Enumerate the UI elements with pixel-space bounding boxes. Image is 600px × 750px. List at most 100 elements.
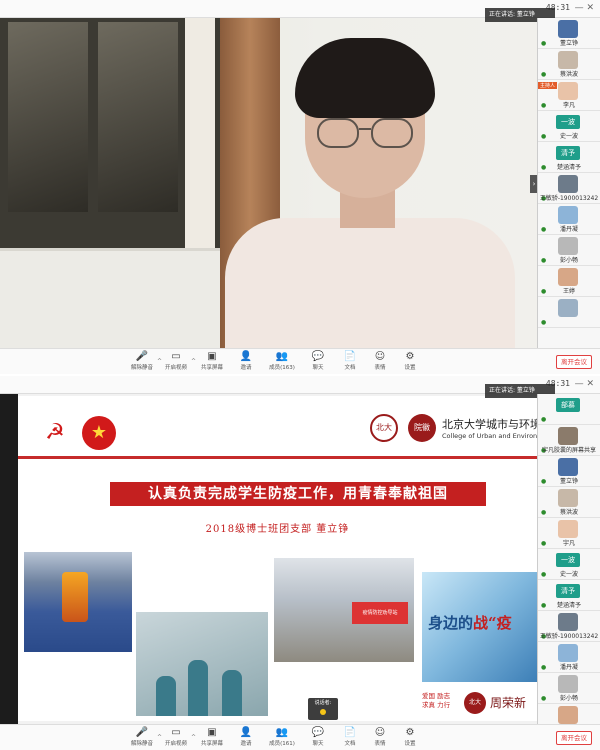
meeting-toolbar: 离开会议 🎤 解除静音 ^ ▭ 开启视频 ^ ▣ 共享屏幕 👤 邀请 👥 成员(163) 💬 聊天 📄 文档 ☺… <box>0 348 600 374</box>
participant-tile[interactable]: ● 彭小畅 <box>538 235 600 266</box>
members-label: 成员(163) <box>269 365 295 371</box>
chat-label: 聊天 <box>312 741 324 747</box>
university-motto: 爱国 励志 求真 力行 <box>422 692 451 709</box>
photo-medical-team <box>136 612 268 716</box>
settings-icon: ⚙ <box>405 727 415 738</box>
video-icon: ▭ <box>171 727 181 738</box>
participant-name: 王敏骄-1900013242 <box>539 633 599 640</box>
youth-league-emblem-icon: ★ <box>82 416 116 450</box>
invite-button[interactable]: 👤 邀请 <box>228 351 264 371</box>
participant-name: 潘丹凝 <box>559 226 578 233</box>
avatar <box>558 644 578 662</box>
avatar: 清予 <box>556 584 580 598</box>
members-button[interactable]: 👥 成员(161) <box>264 727 300 747</box>
avatar <box>558 520 578 538</box>
participant-name: 楚涵清予 <box>556 602 581 609</box>
participant-tile[interactable]: ● <box>538 297 600 328</box>
participant-tile[interactable]: ● 宇凡胶囊的屏幕共享 <box>538 425 600 456</box>
video-label: 开启视频 <box>164 365 187 371</box>
pku-seal-icon: 北大 <box>464 692 486 714</box>
avatar <box>558 237 578 255</box>
chat-icon: 💬 <box>311 727 325 738</box>
mute-button[interactable]: 🎤 解除静音 ^ <box>124 351 162 371</box>
avatar <box>558 175 578 193</box>
mute-button[interactable]: 🎤 解除静音 ^ <box>124 727 162 747</box>
participant-tile[interactable]: 部慕 ● <box>538 394 600 425</box>
share-button[interactable]: ▣ 共享屏幕 <box>194 727 230 747</box>
members-label: 成员(161) <box>269 741 295 747</box>
invite-icon: 👤 <box>239 351 253 362</box>
college-name-en: College of Urban and Environmental <box>442 432 537 440</box>
participant-tile[interactable]: ● 潘丹凝 <box>538 204 600 235</box>
avatar: 一波 <box>556 115 580 129</box>
participant-tile[interactable]: ● 蔡洪波 <box>538 49 600 80</box>
participant-tile[interactable]: ● 王敏骄-1900013242 <box>538 611 600 642</box>
avatar <box>558 706 578 724</box>
shared-slide[interactable]: ☭ ★ 北大 院徽 北京大学城市与环境 College of Urban and… <box>18 396 537 721</box>
slide-title: 认真负责完成学生防疫工作，用青春奉献祖国 <box>110 482 486 506</box>
participant-tile[interactable]: ● 宇凡 <box>538 518 600 549</box>
participant-name: 史一波 <box>559 571 578 578</box>
participant-tile[interactable]: 一波 ● 史一波 <box>538 111 600 142</box>
host-badge: 主持人 <box>538 82 558 89</box>
share-label: 共享屏幕 <box>200 741 223 747</box>
avatar <box>558 268 578 286</box>
participant-name: 王婷 <box>562 288 575 295</box>
participant-name: 史一波 <box>559 133 578 140</box>
settings-button[interactable]: ⚙ 设置 <box>392 351 428 371</box>
participant-tile[interactable]: 主持人 ● 李凡 <box>538 80 600 111</box>
mute-label: 解除静音 <box>130 365 153 371</box>
avatar <box>558 458 578 476</box>
participant-tile[interactable]: ● 蔡洪波 <box>538 487 600 518</box>
participant-tile[interactable]: ● 王敏骄-1900013242 <box>538 173 600 204</box>
participant-tile[interactable]: ● 潘丹凝 <box>538 642 600 673</box>
participant-name: 蔡洪波 <box>559 71 578 78</box>
participant-tile[interactable]: ● 董立铮 <box>538 456 600 487</box>
chat-button[interactable]: 💬 聊天 <box>300 351 336 371</box>
settings-button[interactable]: ⚙ 设置 <box>392 727 428 747</box>
participant-tile[interactable]: 一波 ● 史一波 <box>538 549 600 580</box>
chat-icon: 💬 <box>311 351 325 362</box>
chat-button[interactable]: 💬 聊天 <box>300 727 336 747</box>
invite-icon: 👤 <box>239 727 253 738</box>
slide-header-divider <box>18 456 537 459</box>
members-button[interactable]: 👥 成员(163) <box>264 351 300 371</box>
leave-meeting-button[interactable]: 离开会议 <box>556 731 592 745</box>
meeting-toolbar: 离开会议 🎤 解除静音 ^ ▭ 开启视频 ^ ▣ 共享屏幕 👤 邀请 👥 成员(161) 💬 聊天 📄 文档 ☺… <box>0 724 600 750</box>
participant-tile[interactable]: ●王婷 <box>538 266 600 297</box>
avatar <box>558 675 578 693</box>
participant-tile[interactable]: 清予 ● 楚涵清予 <box>538 580 600 611</box>
pku-logo-icon: 北大 <box>370 414 398 442</box>
speaker-popup: 说话者: <box>308 698 338 720</box>
participant-sidebar[interactable]: 部慕 ● ● 宇凡胶囊的屏幕共享 ● 董立铮 ● 蔡洪波 ● 宇凡 一波 ● 史一波 清予 ● 楚涵清予 ● 王敏… <box>537 394 600 724</box>
college-name-cn: 北京大学城市与环境 <box>442 418 537 431</box>
invite-label: 邀请 <box>240 741 252 747</box>
avatar <box>558 82 578 100</box>
window-controls-icon[interactable]: — ✕ <box>575 3 594 13</box>
participant-name: 楚涵清予 <box>556 164 581 171</box>
meeting-window-video: 48:31 — ✕ 正在讲话: 董立铮 › ● 董立铮 ● 蔡洪波 主持人 ● 李凡 一波 ● 史… <box>0 0 600 374</box>
participant-sidebar[interactable]: ● 董立铮 ● 蔡洪波 主持人 ● 李凡 一波 ● 史一波 清予 ● 楚涵清予 ● 王敏骄-19000132… <box>537 18 600 348</box>
window-controls-icon[interactable]: — ✕ <box>575 379 594 389</box>
share-button[interactable]: ▣ 共享屏幕 <box>194 351 230 371</box>
video-button[interactable]: ▭ 开启视频 ^ <box>158 727 196 747</box>
mic-status-icon: ● <box>541 416 547 423</box>
video-button[interactable]: ▭ 开启视频 ^ <box>158 351 196 371</box>
participant-tile[interactable]: ● 彭小畅 <box>538 673 600 704</box>
speaker-avatar-icon <box>320 709 326 715</box>
participant-tile[interactable]: 清予 ● 楚涵清予 <box>538 142 600 173</box>
participant-name: 董立铮 <box>559 40 578 47</box>
leave-meeting-button[interactable]: 离开会议 <box>556 355 592 369</box>
invite-button[interactable]: 👤 邀请 <box>228 727 264 747</box>
speaker-video-person <box>225 38 515 348</box>
members-icon: 👥 <box>275 351 289 362</box>
party-emblem-icon: ☭ <box>38 416 72 450</box>
mute-icon: 🎤 <box>135 351 149 362</box>
mute-icon: 🎤 <box>135 727 149 738</box>
mute-label: 解除静音 <box>130 741 153 747</box>
settings-label: 设置 <box>404 365 416 371</box>
participant-tile[interactable]: ●王婷 <box>538 704 600 724</box>
avatar <box>558 299 578 317</box>
participant-tile[interactable]: ● 董立铮 <box>538 18 600 49</box>
main-video[interactable] <box>0 18 537 348</box>
